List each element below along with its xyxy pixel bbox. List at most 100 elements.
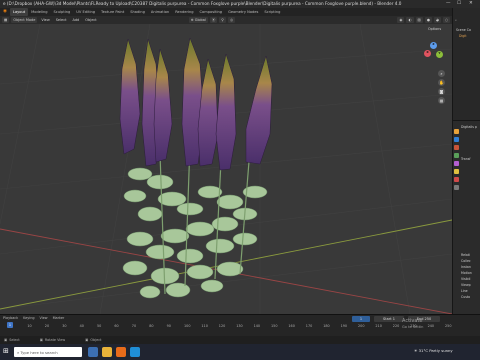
tab-texture-paint[interactable]: Texture Paint [98,8,127,16]
timeline-tick-label: 40 [79,324,84,328]
mode-selector[interactable]: Object Mode [11,17,38,23]
prop-section-collections[interactable]: Collec [461,259,471,263]
gizmo-y-axis[interactable]: Y [436,51,443,58]
prop-section-transform[interactable]: Transf [461,157,471,161]
start-frame-field[interactable]: Start 1 [374,316,404,322]
prop-section-relations[interactable]: Relati [461,253,470,257]
xray-icon[interactable]: ▨ [415,17,423,23]
outliner-item-digitalis[interactable]: Digit [459,34,467,38]
transform-orientation-selector[interactable]: ⊕ Global [188,17,208,23]
timeline-tick-label: 20 [44,324,50,328]
current-frame-field[interactable]: 1 [352,316,370,322]
transform-orientation-label: Global [194,18,206,22]
foxglove-leaves [122,167,268,299]
prop-tab-scene-icon[interactable] [454,153,459,158]
playhead[interactable]: 1 [7,322,13,328]
weather-widget[interactable]: ☀ 31°C Partly sunny [414,348,453,353]
timeline-playback-menu[interactable]: Playback [3,316,18,320]
tab-uv-editing[interactable]: UV Editing [73,8,98,16]
timeline-tick-label: 250 [445,324,452,328]
shading-material-icon[interactable]: ◕ [433,17,441,23]
task-view-icon[interactable] [88,347,98,357]
blender-taskbar-icon[interactable] [116,347,126,357]
visibility-icon[interactable]: ◉ [397,17,405,23]
zoom-icon[interactable]: ⌕ [438,70,445,77]
3d-viewport[interactable]: X Z Y ⌕ ✋ ◙ ▦ Options [0,24,452,314]
tab-geometry-nodes[interactable]: Geometry Nodes [225,8,261,16]
viewport-header: ▦ Object Mode View Select Add Object ⊕ G… [0,16,452,24]
timeline-keying-menu[interactable]: Keying [23,316,34,320]
prop-tab-object-icon[interactable] [454,169,459,174]
status-mouse-middle-icon: ▣ [39,338,43,342]
outliner-item-scene-collection[interactable]: Scene Co [456,28,471,32]
prop-tab-output-icon[interactable] [454,145,459,150]
tab-modeling[interactable]: Modeling [28,8,50,16]
file-explorer-icon[interactable] [102,347,112,357]
prop-tab-render-icon[interactable] [454,137,459,142]
menu-view[interactable]: View [39,17,51,23]
tab-shading[interactable]: Shading [127,8,148,16]
timeline-tick-label: 100 [184,324,191,328]
prop-section-custom-properties[interactable]: Custo [461,295,470,299]
pan-hand-icon[interactable]: ✋ [438,79,445,86]
start-frame-label: Start [383,317,392,321]
menu-select[interactable]: Select [54,17,69,23]
outliner-panel[interactable]: ⌕ Scene Co Digit [452,8,480,120]
start-frame-value: 1 [392,317,395,321]
gizmo-x-axis[interactable]: X [424,50,431,57]
timeline-tick-label: 80 [149,324,154,328]
tab-compositing[interactable]: Compositing [197,8,226,16]
menu-add[interactable]: Add [71,17,82,23]
properties-panel[interactable]: Digitalis p Transf Relati Collec Instan … [452,120,480,320]
timeline-tick-label: 130 [236,324,243,328]
tab-scripting[interactable]: Scripting [261,8,283,16]
window-title: e (D:\Dropbox (AHA-GW)\3d Model\Plants\F… [3,1,402,6]
status-select: Select [9,338,20,342]
shading-solid-icon[interactable]: ● [424,17,432,23]
camera-view-icon[interactable]: ◙ [438,88,445,95]
tab-rendering[interactable]: Rendering [172,8,196,16]
prop-tab-tool-icon[interactable] [454,129,459,134]
window-title-bar: e (D:\Dropbox (AHA-GW)\3d Model\Plants\F… [0,0,480,8]
timeline-tick-label: 160 [288,324,295,328]
gizmo-z-axis[interactable]: Z [430,42,437,49]
editor-type-icon[interactable]: ▦ [2,17,10,23]
perspective-grid-icon[interactable]: ▦ [438,97,445,104]
prop-tab-modifier-icon[interactable] [454,177,459,182]
options-dropdown[interactable]: Options [426,27,444,31]
edge-browser-icon[interactable] [130,347,140,357]
timeline-view-menu[interactable]: View [40,316,48,320]
weather-text: 31°C Partly sunny [418,348,453,353]
prop-section-instancing[interactable]: Instan [461,265,471,269]
proportional-edit-icon[interactable]: ◎ [227,17,236,23]
tab-animation[interactable]: Animation [148,8,172,16]
minimize-icon[interactable]: — [446,1,451,6]
close-icon[interactable]: ✕ [469,1,473,6]
prop-tab-physics-icon[interactable] [454,185,459,190]
overlays-icon[interactable]: ◐ [406,17,414,23]
taskbar-search-box[interactable]: ⌕ Type here to search [14,347,82,357]
blender-logo-icon[interactable]: ◉ [0,8,10,16]
timeline-tick-label: 140 [253,324,261,328]
navigation-gizmo[interactable]: X Z Y [416,40,446,70]
timeline-marker-menu[interactable]: Marker [53,316,65,320]
timeline-tick-label: 190 [340,324,348,328]
tab-layout[interactable]: Layout [9,8,29,16]
pivot-icon[interactable]: ⦿ [209,17,218,23]
maximize-icon[interactable]: ☐ [457,1,461,6]
windows-start-icon[interactable]: ⊞ [3,347,9,356]
menu-object[interactable]: Object [83,17,98,23]
timeline-tick-label: 70 [131,324,137,328]
shading-rendered-icon[interactable]: ○ [442,17,450,23]
taskbar-search-text: Type here to search [20,349,58,355]
timeline-tick-label: 200 [358,324,365,328]
outliner-search-icon[interactable]: ⌕ [455,18,457,22]
prop-section-line-art[interactable]: Line [461,289,468,293]
prop-section-motion-paths[interactable]: Motion [461,271,472,275]
prop-section-visibility[interactable]: Visibil [461,277,470,281]
prop-section-viewport-display[interactable]: Viewp [461,283,471,287]
status-mouse-right-icon: ▣ [85,338,89,342]
prop-tab-world-icon[interactable] [454,161,459,166]
tab-sculpting[interactable]: Sculpting [51,8,74,16]
snap-icon[interactable]: ⚲ [219,17,226,23]
